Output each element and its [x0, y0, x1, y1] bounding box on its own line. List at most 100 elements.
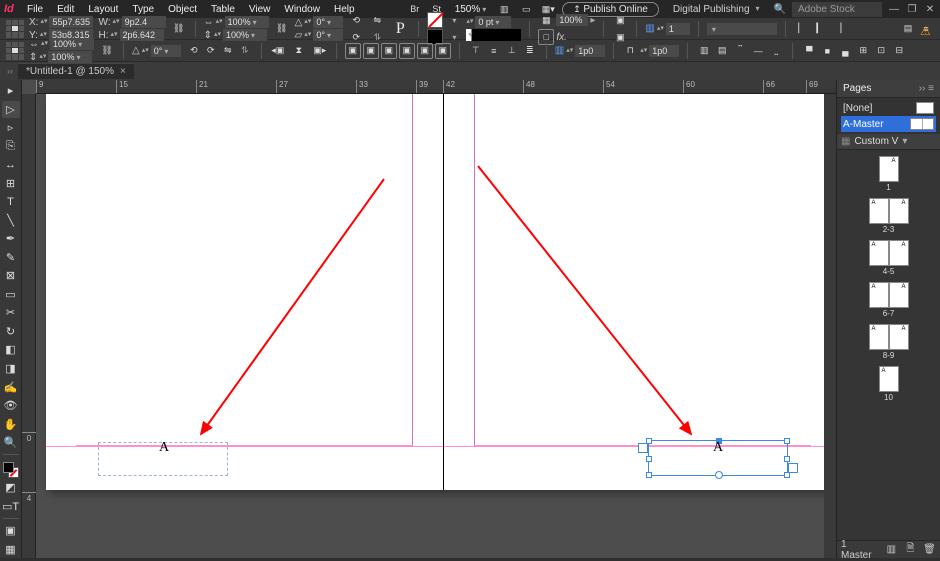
master-spread[interactable]: A A	[46, 94, 836, 490]
scale-y-field[interactable]: 100%	[223, 29, 267, 41]
out-port[interactable]	[788, 463, 798, 473]
bridge-icon[interactable]: Br	[407, 1, 423, 17]
page-thumb-2-3[interactable]: AA2-3	[869, 198, 909, 234]
align-m-icon[interactable]: ―	[750, 43, 766, 59]
cell-mid-icon[interactable]: ■	[819, 43, 835, 59]
reference-point-2[interactable]	[6, 42, 24, 60]
workspace-switcher[interactable]: Digital Publishing	[665, 2, 768, 17]
reference-point[interactable]	[6, 20, 24, 38]
align-center-icon[interactable]: ▎	[812, 21, 828, 37]
page-thumb-6-7[interactable]: AA6-7	[869, 282, 909, 318]
window-minimize[interactable]: ―	[888, 4, 900, 15]
menu-object[interactable]: Object	[163, 4, 202, 15]
cell-more-icon[interactable]: ⊟	[891, 43, 907, 59]
hand-tool[interactable]: ✋	[2, 415, 20, 433]
shear-field[interactable]: 0°	[313, 29, 343, 41]
select-next-icon[interactable]: ▣▸	[312, 43, 328, 59]
menu-view[interactable]: View	[244, 4, 276, 15]
dist-h-icon[interactable]: ▥	[696, 43, 712, 59]
align-t-icon[interactable]: ⎴	[732, 43, 748, 59]
rectangle-frame-tool[interactable]: ⊠	[2, 267, 20, 285]
fit-content-icon[interactable]: ▣	[345, 43, 361, 59]
tab-expand-icon[interactable]: ››	[2, 63, 18, 79]
fx-button[interactable]: fx.	[556, 32, 567, 43]
window-close[interactable]: ✕	[924, 4, 936, 15]
adobe-stock-search[interactable]: Adobe Stock	[792, 2, 882, 17]
scissors-tool[interactable]: ✂	[2, 304, 20, 322]
center-content-icon[interactable]: ▣	[417, 43, 433, 59]
pencil-tool[interactable]: ✎	[2, 249, 20, 267]
text-wrap-none-icon[interactable]: ▣	[612, 12, 628, 28]
page-tool[interactable]: ⎘	[2, 138, 20, 156]
page-layout-dropdown[interactable]: ▦Custom V▾	[837, 134, 940, 150]
page-thumb-4-5[interactable]: AA4-5	[869, 240, 909, 276]
pages-panel-tab[interactable]: Pages ›› ≡	[837, 80, 940, 98]
constrain-wh-icon[interactable]: ⛓	[171, 21, 187, 37]
flip-h-icon[interactable]: ⇋	[369, 12, 385, 28]
gap-tool[interactable]: ↔	[2, 156, 20, 174]
fill-stroke-toggle[interactable]	[3, 462, 19, 478]
fit-prop-icon[interactable]: ▣	[381, 43, 397, 59]
fit-frame-icon[interactable]: ▣	[363, 43, 379, 59]
constrain-scale-icon[interactable]: ⛓	[274, 21, 290, 37]
free-transform-tool[interactable]: ↻	[2, 323, 20, 341]
dist-v-icon[interactable]: ▤	[714, 43, 730, 59]
menu-edit[interactable]: Edit	[52, 4, 79, 15]
opacity-field[interactable]: 100%	[556, 14, 588, 26]
pasteboard[interactable]: A A	[36, 94, 836, 558]
gradient-feather-tool[interactable]: ◨	[2, 360, 20, 378]
h-field[interactable]: 2p6.642	[120, 29, 164, 41]
panel-menu-1[interactable]: ▤	[900, 21, 916, 37]
content-collector-tool[interactable]: ⊞	[2, 175, 20, 193]
window-restore[interactable]: ❐	[906, 4, 918, 15]
vertical-ruler[interactable]: 0 4	[22, 94, 36, 558]
master-none-row[interactable]: [None]	[841, 100, 936, 116]
document-tab[interactable]: *Untitled-1 @ 150% ×	[18, 63, 134, 79]
rotate-ccw-icon[interactable]: ⟲	[348, 12, 364, 28]
flip-h2-icon[interactable]: ⇋	[220, 43, 236, 59]
apply-color-icon[interactable]: ◩	[2, 479, 20, 497]
valign-justify-icon[interactable]: ≣	[522, 43, 538, 59]
hourglass-icon[interactable]: ⧗	[291, 43, 307, 59]
direct-selection-tool[interactable]: ▹	[2, 119, 20, 137]
inset-field[interactable]: 1p0	[649, 45, 679, 57]
auto-fit-icon[interactable]: ▣	[435, 43, 451, 59]
pages-list[interactable]: A1 AA2-3 AA4-5 AA6-7 AA8-9 A10	[837, 150, 940, 540]
align-left-icon[interactable]: ▏	[794, 21, 810, 37]
valign-mid-icon[interactable]: ≡	[486, 43, 502, 59]
cc-sync-alert-icon[interactable]: ⚠	[920, 24, 934, 38]
select-prev-icon[interactable]: ◂▣	[270, 43, 286, 59]
edit-page-size-icon[interactable]: ▥	[885, 542, 898, 558]
horizontal-ruler[interactable]: 9 15 21 27 33 39 42 48 54 60 66 69	[36, 80, 836, 94]
eyedropper-tool[interactable]: 👁	[2, 397, 20, 415]
document-viewport[interactable]: 9 15 21 27 33 39 42 48 54 60 66 69 0 4	[22, 80, 836, 558]
screen-mode-preview[interactable]: ▦	[2, 540, 20, 558]
rotate2-field[interactable]: 0°	[151, 45, 181, 57]
master-a-row[interactable]: A-Master	[841, 116, 936, 132]
valign-top-icon[interactable]: ⊤	[468, 43, 484, 59]
cell-full-icon[interactable]: ⊡	[873, 43, 889, 59]
scale-x-field[interactable]: 100%	[225, 16, 269, 28]
line-tool[interactable]: ╲	[2, 212, 20, 230]
constrain-scale2-icon[interactable]: ⛓	[99, 43, 115, 59]
page-thumb-8-9[interactable]: AA8-9	[869, 324, 909, 360]
stroke-style-field[interactable]	[466, 29, 521, 41]
fill-swatch[interactable]	[427, 12, 443, 28]
delete-page-icon[interactable]: 🗑	[923, 542, 936, 558]
vertical-scrollbar[interactable]	[824, 94, 836, 558]
menu-type[interactable]: Type	[127, 4, 159, 15]
zoom-tool[interactable]: 🔍	[2, 434, 20, 452]
x-field[interactable]: 55p7.635	[49, 16, 93, 28]
content-grabber[interactable]	[715, 471, 723, 479]
rotate-field[interactable]: 0°	[313, 16, 343, 28]
note-tool[interactable]: ✍	[2, 378, 20, 396]
gradient-swatch-tool[interactable]: ◧	[2, 341, 20, 359]
tool-collapse[interactable]: ▸	[2, 82, 20, 100]
panel-collapse-icon[interactable]: ›› ≡	[919, 83, 934, 94]
pen-tool[interactable]: ✒	[2, 230, 20, 248]
fill-dd[interactable]	[445, 12, 461, 28]
close-tab-icon[interactable]: ×	[120, 66, 126, 77]
screen-mode-normal[interactable]: ▣	[2, 522, 20, 540]
scale-x2-field[interactable]: 100%	[50, 38, 94, 50]
page-thumb-1[interactable]: A1	[879, 156, 899, 192]
